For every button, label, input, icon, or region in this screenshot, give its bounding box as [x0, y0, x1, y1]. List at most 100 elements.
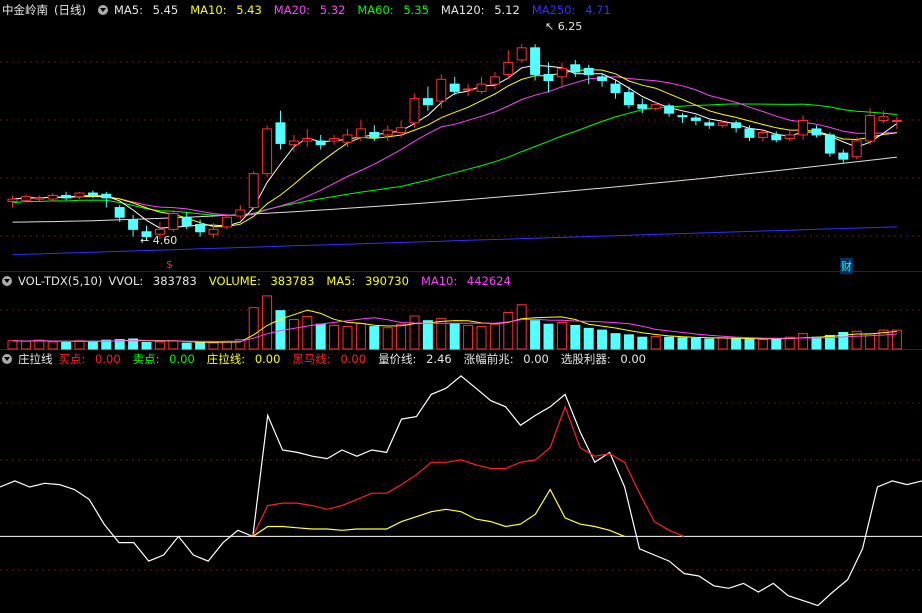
volume-bar: [20, 340, 31, 350]
volume-bar: [556, 321, 567, 350]
candle-body: [87, 192, 98, 196]
candle-body: [476, 83, 487, 92]
chart-canvas: [0, 44, 922, 607]
volume-bar: [664, 336, 675, 350]
ma20-readout: MA20: 5.32: [273, 3, 346, 17]
volume-bar: [677, 337, 688, 350]
xglq-readout: 选股利器: 0.00: [560, 352, 646, 366]
price-panel-header: 中金岭南 (日线) MA5: 5.45 MA10: 5.43 MA20: 5.32 MA6…: [2, 2, 623, 18]
stock-name: 中金岭南 (日线): [2, 3, 86, 17]
volume-readout: VOLUME: 383783: [208, 274, 315, 288]
volume-bar: [543, 323, 554, 350]
candle-body: [302, 138, 313, 142]
candle-body: [409, 98, 420, 124]
candle-body: [101, 193, 112, 199]
volume-bar: [355, 323, 366, 350]
ljx-readout: 量价线: 2.46: [378, 352, 452, 366]
candle-body: [744, 128, 755, 138]
volume-bar: [248, 307, 259, 350]
candle-body: [489, 76, 500, 85]
candle-body: [757, 132, 768, 138]
ma5-readout: MA5: 5.45: [113, 3, 179, 17]
candle-body: [637, 104, 648, 109]
indicator-line-white: [0, 375, 922, 607]
candle-body: [382, 129, 393, 136]
candle-body: [824, 134, 835, 154]
sell-readout: 卖点: 0.00: [132, 352, 195, 366]
candle-body: [583, 67, 594, 75]
ma60-line: [12, 103, 897, 216]
candle-body: [329, 138, 340, 142]
volume-bar: [208, 342, 219, 350]
vvol-readout: VVOL: 383783: [108, 274, 197, 288]
candle-body: [891, 119, 902, 122]
volume-bar: [610, 333, 621, 350]
hmx-readout: 黑马线: 0.00: [292, 352, 367, 366]
indicator-line-yellow: [252, 488, 625, 537]
candle-body: [235, 209, 246, 217]
candle-body: [288, 140, 299, 146]
candle-body: [208, 228, 219, 235]
volume-bar: [34, 339, 45, 350]
candle-body: [610, 83, 621, 94]
candle-body: [168, 213, 179, 230]
volume-bar: [154, 341, 165, 350]
vol-indicator-name[interactable]: VOL-TDX(5,10): [18, 274, 102, 288]
candle-body: [556, 67, 567, 78]
candle-body: [422, 98, 433, 106]
candle-body: [878, 116, 889, 121]
ma10-readout: MA10: 5.43: [190, 3, 262, 17]
indicator-name[interactable]: 庄拉线: [18, 352, 53, 366]
volume-bar: [61, 342, 72, 350]
candle-body: [717, 122, 728, 126]
volume-bar: [650, 336, 661, 350]
candle-body: [543, 73, 554, 81]
volume-bar: [489, 323, 500, 350]
event-marker-cai[interactable]: 财: [840, 258, 853, 274]
candle-body: [262, 128, 273, 175]
volume-bar: [409, 315, 420, 350]
volume-bar: [396, 323, 407, 350]
volume-bar: [87, 340, 98, 350]
candle-body: [570, 64, 581, 73]
candle-body: [664, 105, 675, 114]
candle-body: [369, 132, 380, 138]
collapse-icon[interactable]: [97, 5, 108, 15]
candle-body: [463, 88, 474, 91]
volume-bar: [181, 342, 192, 350]
ma250-readout: MA250: 4.71: [531, 3, 611, 17]
collapse-icon[interactable]: [2, 276, 12, 286]
volume-bar: [422, 320, 433, 350]
volume-bar: [168, 340, 179, 350]
candle-body: [731, 122, 742, 129]
candle-body: [704, 122, 715, 126]
candle-body: [74, 192, 85, 198]
volume-bar: [7, 340, 18, 350]
candle-body: [865, 115, 876, 142]
volume-bar: [74, 340, 85, 350]
candle-body: [623, 92, 634, 106]
collapse-icon[interactable]: [2, 354, 12, 364]
ma120-line: [12, 156, 897, 223]
event-marker-s[interactable]: $: [166, 258, 173, 271]
volume-bar: [463, 324, 474, 350]
volume-bar: [476, 326, 487, 350]
candle-body: [61, 194, 72, 199]
candle-body: [34, 197, 45, 200]
candle-body: [436, 78, 447, 102]
volume-bar: [315, 323, 326, 350]
volume-bar: [342, 326, 353, 350]
volume-bar: [570, 324, 581, 350]
candle-body: [784, 134, 795, 140]
candle-body: [20, 196, 31, 201]
volume-bar: [690, 337, 701, 350]
volume-bar: [288, 319, 299, 350]
volume-bar: [798, 333, 809, 350]
volume-bar: [503, 311, 514, 350]
candle-body: [355, 128, 366, 138]
ma60-readout: MA60: 5.35: [357, 3, 429, 17]
volume-bar: [382, 327, 393, 350]
volume-bar: [757, 339, 768, 350]
candle-body: [516, 47, 527, 61]
vol-ma10-readout: MA10: 442624: [420, 274, 511, 288]
